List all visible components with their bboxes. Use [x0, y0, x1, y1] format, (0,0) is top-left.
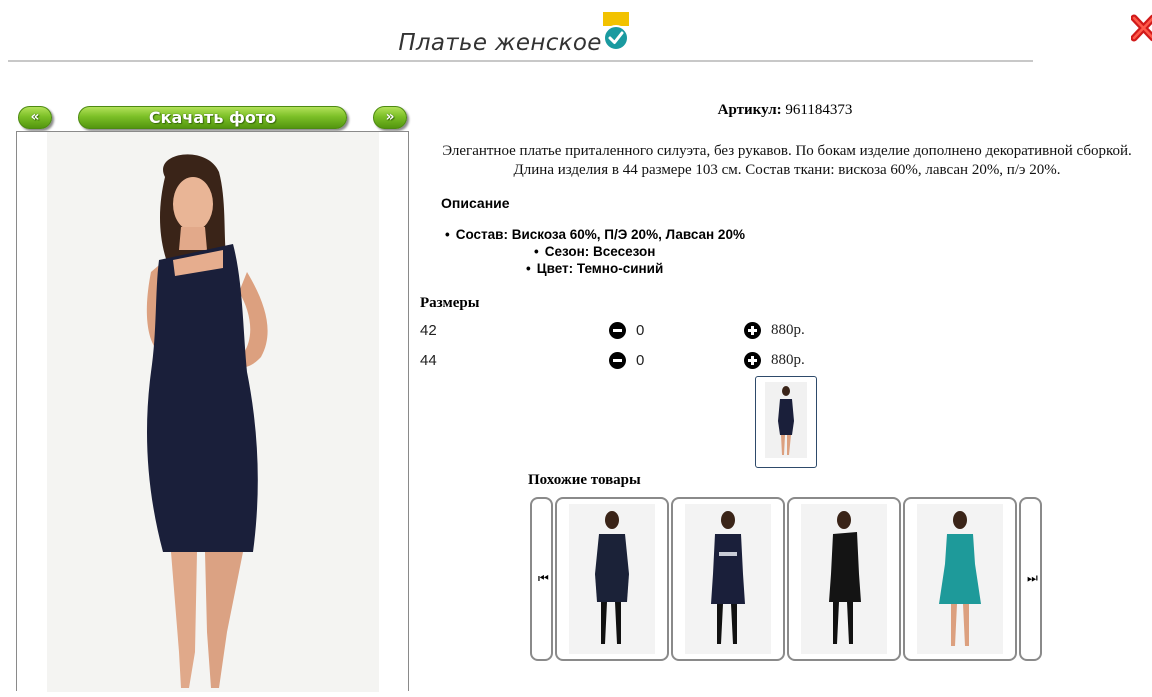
similar-product-card[interactable] [555, 497, 669, 661]
similar-product-card[interactable] [903, 497, 1017, 661]
size-label: 44 [420, 352, 437, 369]
similar-product-image [685, 504, 771, 654]
main-photo[interactable] [47, 132, 379, 692]
thumbnail-image [765, 382, 807, 458]
spec-composition: Состав: Вискоза 60%, П/Э 20%, Лавсан 20% [445, 227, 745, 242]
verified-badge-icon [603, 12, 629, 51]
photo-thumbnail[interactable] [755, 376, 817, 468]
plus-icon[interactable] [744, 352, 761, 369]
title-divider [8, 60, 1033, 62]
size-price: 880р. [771, 322, 805, 338]
carousel-next-button[interactable]: ⏭ [1019, 497, 1042, 661]
sku-value: 961184373 [785, 102, 853, 118]
carousel-prev-icon: ⏮ [538, 571, 549, 585]
close-icon[interactable] [1131, 12, 1152, 44]
download-photo-button[interactable]: Скачать фото [78, 106, 347, 129]
spec-season: Сезон: Всесезон [534, 244, 656, 259]
sku-line: Артикул: 961184373 [420, 102, 1150, 119]
prev-photo-button[interactable]: « [18, 106, 52, 129]
similar-product-image [917, 504, 1003, 654]
similar-heading: Похожие товары [528, 472, 641, 488]
product-description: Элегантное платье приталенного силуэта, … [442, 143, 1132, 178]
similar-product-image [569, 504, 655, 654]
size-label: 42 [420, 322, 437, 339]
minus-icon[interactable] [609, 322, 626, 339]
spec-color: Цвет: Темно-синий [526, 261, 664, 276]
similar-product-image [801, 504, 887, 654]
sizes-heading: Размеры [420, 295, 480, 311]
sku-label: Артикул: [717, 102, 782, 118]
size-price: 880р. [771, 352, 805, 368]
carousel-next-icon: ⏭ [1027, 571, 1038, 585]
next-photo-button[interactable]: » [373, 106, 407, 129]
similar-product-card[interactable] [787, 497, 901, 661]
plus-icon[interactable] [744, 322, 761, 339]
carousel-prev-button[interactable]: ⏮ [530, 497, 553, 661]
similar-product-card[interactable] [671, 497, 785, 661]
quantity-value: 0 [636, 352, 645, 369]
main-photo-frame [16, 131, 409, 692]
model-figure-image [146, 154, 268, 688]
quantity-value: 0 [636, 322, 645, 339]
minus-icon[interactable] [609, 352, 626, 369]
details-heading: Описание [441, 195, 510, 211]
